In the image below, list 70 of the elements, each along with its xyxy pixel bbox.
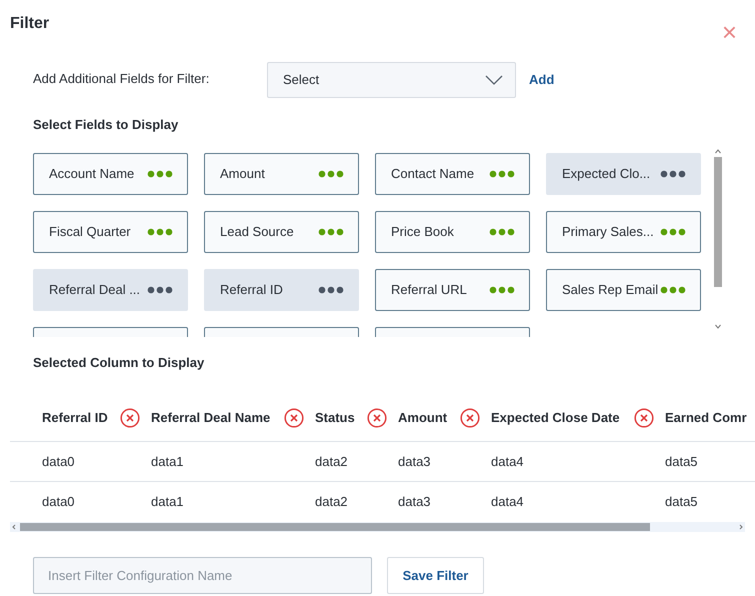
field-label: Add Additional Fields for Filter:: [33, 70, 210, 88]
field-card[interactable]: Price Book: [375, 210, 530, 252]
table-cell: data0: [42, 454, 75, 469]
field-card[interactable]: Lead Source: [204, 210, 359, 252]
remove-icon[interactable]: [284, 408, 304, 428]
field-card[interactable]: Expected Clo...: [546, 152, 701, 194]
section-heading: Select Fields to Display: [33, 117, 178, 132]
table-cell: data2: [315, 454, 348, 469]
table-cell: data4: [491, 454, 524, 469]
field-label: Amount: [220, 164, 265, 183]
remove-icon[interactable]: [120, 408, 140, 428]
column-header: Status: [315, 408, 355, 427]
scrollbar[interactable]: [10, 522, 745, 532]
table-cell: data5: [665, 494, 698, 510]
more-icon[interactable]: [660, 170, 686, 178]
field-card[interactable]: Fiscal Quarter: [33, 210, 188, 252]
field-label: Sales Rep Email: [562, 280, 658, 299]
remove-icon[interactable]: [367, 408, 387, 428]
field-label: Fiscal Quarter: [49, 222, 131, 241]
column-header: Referral Deal Name: [151, 408, 270, 427]
column-header: Earned Comr: [665, 408, 747, 427]
table-cell: data1: [151, 454, 184, 469]
dialog-title: Filter: [10, 14, 50, 34]
table-cell: data2: [315, 494, 348, 510]
table-cell: data5: [665, 454, 698, 469]
field-label: Primary Sales...: [562, 222, 654, 241]
field-label: Referral ID: [220, 280, 283, 299]
field-card[interactable]: Sales Rep Email: [546, 268, 701, 310]
field-card[interactable]: Account Name: [33, 152, 188, 194]
remove-icon[interactable]: [460, 408, 480, 428]
field-label: Lead Source: [220, 222, 294, 241]
select-dropdown[interactable]: Select: [267, 62, 516, 98]
scrollbar[interactable]: [713, 146, 723, 330]
more-icon[interactable]: [660, 228, 686, 236]
more-icon[interactable]: [489, 228, 515, 236]
column-header: Expected Close Date: [491, 408, 620, 427]
more-icon[interactable]: [147, 170, 173, 178]
more-icon[interactable]: [147, 286, 173, 294]
field-card[interactable]: Contact Name: [375, 152, 530, 194]
configuration-name-field[interactable]: Insert Filter Configuration Name: [33, 557, 372, 594]
table-cell: data3: [398, 494, 431, 510]
chevron-down-icon: [485, 75, 503, 85]
table-cell: data1: [151, 494, 184, 510]
more-icon[interactable]: [318, 170, 344, 178]
field-card[interactable]: Amount: [204, 152, 359, 194]
field-label: Account Name: [49, 164, 134, 183]
more-icon[interactable]: [489, 286, 515, 294]
field-label: Expected Clo...: [562, 164, 650, 183]
field-card[interactable]: Referral ID: [204, 268, 359, 310]
section-heading: Selected Column to Display: [33, 354, 204, 370]
table-cell: data0: [42, 494, 75, 510]
field-card[interactable]: Referral URL: [375, 268, 530, 310]
field-card[interactable]: Referral Deal ...: [33, 268, 188, 310]
table-cell: data4: [491, 494, 524, 510]
column-header: Amount: [398, 408, 448, 427]
table-cell: data3: [398, 454, 431, 469]
column-header: Referral ID: [42, 408, 108, 427]
more-icon[interactable]: [660, 286, 686, 294]
more-icon[interactable]: [147, 228, 173, 236]
field-label: Referral Deal ...: [49, 280, 140, 299]
field-card[interactable]: Primary Sales...: [546, 210, 701, 252]
field-label: Price Book: [391, 222, 454, 241]
more-icon[interactable]: [318, 228, 344, 236]
add-link[interactable]: Add: [529, 70, 554, 90]
more-icon[interactable]: [489, 170, 515, 178]
field-label: Contact Name: [391, 164, 474, 183]
more-icon[interactable]: [318, 286, 344, 294]
field-label: Referral URL: [391, 280, 467, 299]
remove-icon[interactable]: [634, 408, 654, 428]
save-filter-button[interactable]: Save Filter: [387, 557, 484, 594]
